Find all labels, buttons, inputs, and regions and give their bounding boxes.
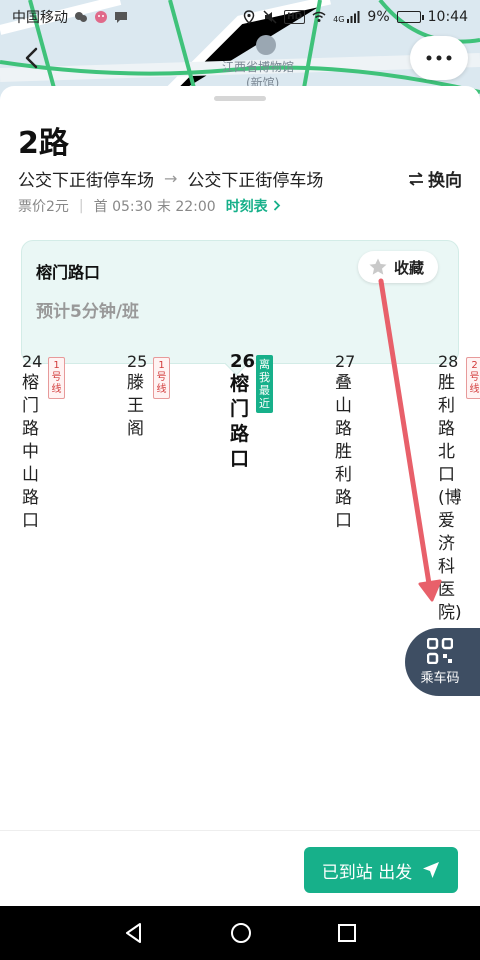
depart-label: 已到站 出发 [321,862,413,883]
schedule-label: 首 05:30 末 22:00 [93,199,216,215]
drag-handle[interactable] [214,96,266,101]
map-poi-name: 江西省博物馆 [222,60,295,74]
star-icon [369,258,387,275]
chevron-right-icon [273,200,280,211]
bottom-action-bar: 已到站 出发 [0,830,480,906]
nav-home-icon[interactable] [230,922,252,944]
timetable-link[interactable]: 时刻表 [226,196,281,216]
station-item[interactable]: 28 胜利路北口(博爱济科医院) 2号线 [438,352,480,625]
fare-label: 票价2元 [18,199,69,215]
direction-arrow: → [164,169,178,188]
favorite-button[interactable]: 收藏 [357,251,438,283]
qr-code-icon [427,638,453,664]
swap-icon [409,171,423,186]
direction-row: 公交下正街停车场 → 公交下正街停车场 换向 [18,166,462,191]
station-item[interactable]: 25 滕王阁 1号线 [127,352,185,441]
wechat-icon [75,12,87,22]
carrier-label: 中国移动 [12,10,68,26]
station-name: 榕门路口 [230,373,250,470]
wifi-icon [312,11,326,22]
info-separator: | [78,198,84,214]
station-number: 27 [335,352,356,371]
route-info-row: 票价2元 | 首 05:30 末 22:00 时刻表 [18,196,281,216]
metro-line-badge: 1号线 [153,357,170,399]
station-item-current[interactable]: 26 榕门路口 离我最近 [230,352,288,472]
station-name: 叠山路胜利路口 [335,373,352,531]
station-item[interactable]: 27 叠山路胜利路口 [335,352,393,533]
battery-icon [396,11,424,23]
switch-direction-label: 换向 [428,171,462,191]
route-destination: 公交下正街停车场 [187,171,324,191]
route-title: 2路 [18,126,69,161]
nav-back-icon[interactable] [123,922,145,944]
metro-line-badge: 1号线 [48,357,65,399]
station-item[interactable]: 24 榕门路中山路口 1号线 [22,352,80,533]
hd-badge: HD [284,10,306,24]
back-button[interactable] [10,36,54,80]
navigation-arrow-icon [423,862,440,878]
status-bar: 中国移动 HD 4G 9% 10:44 [0,0,480,34]
ride-code-label: 乘车码 [420,671,460,686]
more-dots-icon [426,55,452,61]
switch-direction-button[interactable]: 换向 [408,166,462,191]
nearest-badge: 离我最近 [256,355,273,413]
clock: 10:44 [427,9,468,25]
more-options-button[interactable] [410,36,468,80]
mute-icon [263,10,277,24]
ride-code-button[interactable]: 乘车码 [405,628,480,696]
station-name: 胜利路北口(博爱济科医院) [438,373,462,623]
back-arrow-icon [25,47,38,69]
app-notification-icon [95,11,107,23]
station-card: 榕门路口 预计5分钟/班 收藏 [21,240,459,364]
station-name: 滕王阁 [127,373,144,439]
metro-line-badge: 2号线 [466,357,480,399]
card-eta: 预计5分钟/班 [36,302,140,322]
network-type: 4G [333,15,345,24]
station-name: 榕门路中山路口 [22,373,39,531]
route-origin: 公交下正街停车场 [18,171,154,191]
message-bubble-icon [115,12,127,23]
arrived-depart-button[interactable]: 已到站 出发 [304,847,458,893]
system-navigation-bar [0,906,480,960]
favorite-label: 收藏 [393,258,424,277]
nav-recents-icon[interactable] [337,923,357,943]
battery-percent: 9% [367,9,390,25]
card-station-name: 榕门路口 [36,263,101,282]
signal-icon [347,11,360,23]
location-icon [243,10,255,24]
